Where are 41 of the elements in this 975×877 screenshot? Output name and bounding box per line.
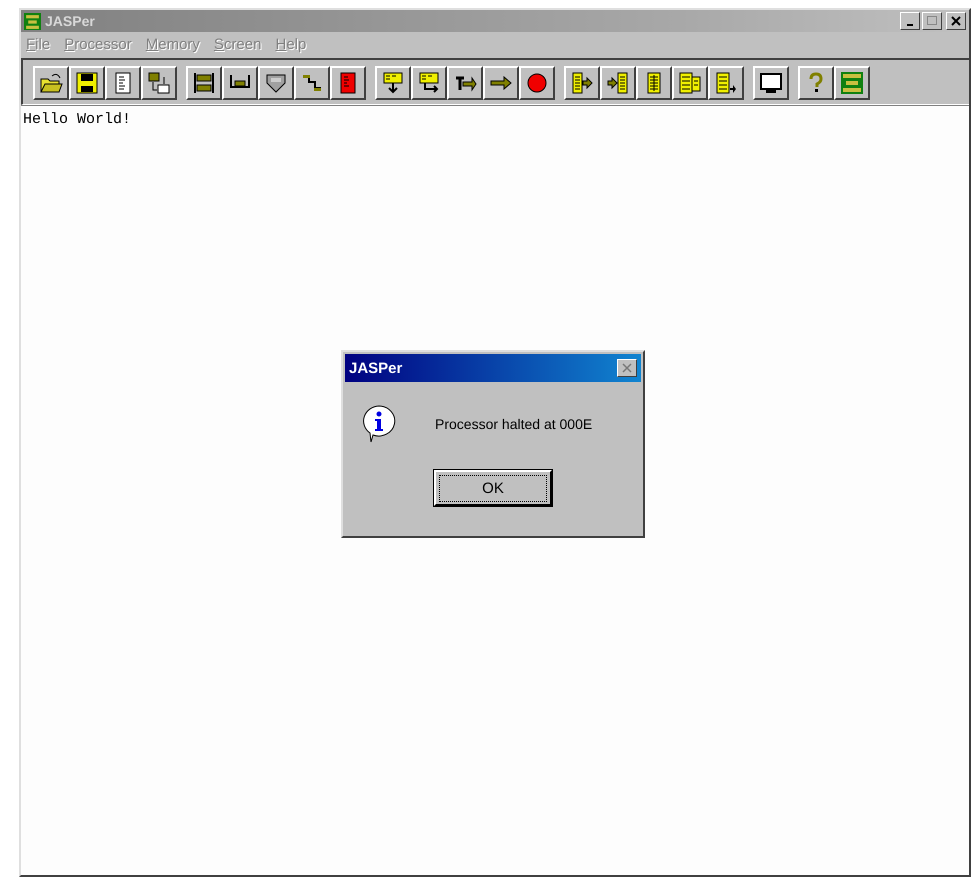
toolbar-button[interactable] (411, 66, 447, 100)
toolbar-button[interactable] (600, 66, 636, 100)
open-icon (39, 71, 63, 95)
toolbar-button[interactable] (708, 66, 744, 100)
toolbar-button[interactable] (33, 66, 69, 100)
maximize-icon (927, 16, 937, 26)
minimize-button[interactable] (900, 12, 920, 30)
toolbar-button[interactable] (798, 66, 834, 100)
toolbar-button[interactable] (222, 66, 258, 100)
toolbar-button[interactable] (294, 66, 330, 100)
toolbar-button[interactable] (258, 66, 294, 100)
save-icon (75, 71, 99, 95)
toolbar-button[interactable] (672, 66, 708, 100)
close-icon (951, 16, 961, 26)
logo-icon (840, 71, 864, 95)
toolbar-button[interactable] (330, 66, 366, 100)
toolbar-button[interactable] (636, 66, 672, 100)
stop-icon (525, 71, 549, 95)
toolbar-button[interactable] (186, 66, 222, 100)
toolbar-button[interactable] (519, 66, 555, 100)
toolbar-button[interactable] (483, 66, 519, 100)
toolbar-button[interactable] (105, 66, 141, 100)
info-icon (361, 404, 397, 444)
toolbar-button[interactable] (447, 66, 483, 100)
toolbar-button[interactable] (753, 66, 789, 100)
toolbar-button[interactable] (69, 66, 105, 100)
output-text: Hello World! (23, 111, 132, 128)
ok-button[interactable]: OK (434, 470, 552, 506)
toolbar-button[interactable] (564, 66, 600, 100)
toolbar-button[interactable] (141, 66, 177, 100)
toolbar-button[interactable] (375, 66, 411, 100)
app-icon (24, 12, 41, 30)
close-icon (622, 363, 632, 373)
window-title: JASPer (45, 13, 95, 29)
dialog-message: Processor halted at 000E (435, 416, 592, 432)
dialog-title: JASPer (349, 360, 402, 376)
close-button[interactable] (946, 12, 966, 30)
close-button[interactable] (617, 359, 637, 377)
minimize-icon (907, 24, 913, 26)
monitor-icon (759, 71, 783, 95)
toolbar-button[interactable] (834, 66, 870, 100)
